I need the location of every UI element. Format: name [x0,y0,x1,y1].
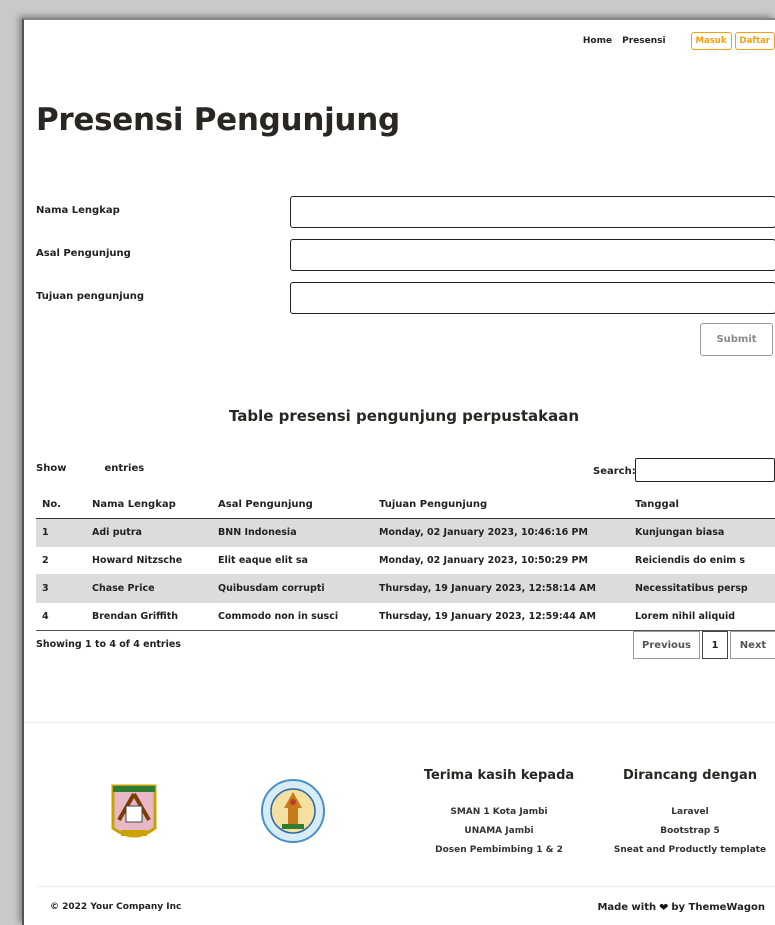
entries-label: entries [104,463,145,474]
login-button[interactable]: Masuk [690,32,732,50]
table-title: Table presensi pengunjung perpustakaan [228,407,580,425]
table-header-row: No. Nama Lengkap Asal Pengunjung Tujuan … [36,491,775,519]
cell-purpose: Monday, 02 January 2023, 10:46:16 PM [373,518,629,547]
name-input[interactable] [290,196,775,228]
table-row: 3 Chase Price Quibusdam corrupti Thursda… [36,574,775,603]
footer-divider [24,722,775,723]
col-header-purpose[interactable]: Tujuan Pengunjung [373,491,629,519]
nav-presensi-link[interactable]: Presensi [622,36,665,46]
cell-name: Howard Nitzsche [86,546,212,575]
cell-no: 2 [36,546,86,575]
cell-origin: Quibusdam corrupti [212,574,373,603]
form-row-name: Nama Lengkap [36,196,775,228]
copyright-text: © 2022 Your Company Inc [50,902,182,912]
built-heading: Dirancang dengan [623,768,757,783]
pagination: Previous 1 Next [633,631,775,659]
presence-table: No. Nama Lengkap Asal Pengunjung Tujuan … [36,491,775,631]
cell-date: Kunjungan biasa [629,518,775,547]
cell-purpose: Monday, 02 January 2023, 10:50:29 PM [373,546,629,575]
made-with: Made with ❤ by ThemeWagon [597,901,765,914]
built-item: Bootstrap 5 [660,826,720,836]
cell-date: Necessitatibus persp [629,574,775,603]
thanks-item: Dosen Pembimbing 1 & 2 [435,845,563,855]
previous-page-button[interactable]: Previous [633,631,700,659]
table-row: 2 Howard Nitzsche Elit eaque elit sa Mon… [36,546,775,575]
copyright-divider [36,886,775,887]
cell-origin: BNN Indonesia [212,518,373,547]
cell-no: 1 [36,518,86,547]
thanks-item: SMAN 1 Kota Jambi [450,807,548,817]
origin-input[interactable] [290,239,775,271]
cell-no: 4 [36,602,86,631]
register-button[interactable]: Daftar [734,32,775,50]
footer-thanks: Terima kasih kepada SMAN 1 Kota Jambi UN… [419,768,579,860]
page-title: Presensi Pengunjung [36,102,400,138]
cell-purpose: Thursday, 19 January 2023, 12:59:44 AM [373,602,629,631]
cell-name: Adi putra [86,518,212,547]
purpose-input[interactable] [290,282,775,314]
table-info: Showing 1 to 4 of 4 entries [36,639,181,650]
origin-label: Asal Pengunjung [36,248,131,259]
col-header-no[interactable]: No. [36,491,86,519]
cell-date: Lorem nihil aliquid [629,602,775,631]
show-label: Show [36,463,67,474]
page-1-button[interactable]: 1 [702,631,728,659]
heart-icon: ❤ [659,901,669,914]
school-crest-logo [111,784,157,838]
built-item: Sneat and Productly template [613,845,767,855]
browser-page: Home Presensi Masuk Daftar Presensi Peng… [22,18,775,925]
thanks-heading: Terima kasih kepada [423,768,575,783]
top-nav: Home Presensi Masuk Daftar [583,30,775,52]
col-header-name[interactable]: Nama Lengkap [86,491,212,519]
cell-name: Chase Price [86,574,212,603]
footer-built-with: Dirancang dengan Laravel Bootstrap 5 Sne… [610,768,770,860]
table-row: 4 Brendan Griffith Commodo non in susci … [36,602,775,631]
form-row-purpose: Tujuan pengunjung [36,282,775,314]
built-item: Laravel [671,807,709,817]
next-page-button[interactable]: Next [730,631,775,659]
form-row-origin: Asal Pengunjung [36,239,775,271]
university-seal-logo [261,779,325,843]
cell-origin: Commodo non in susci [212,602,373,631]
cell-origin: Elit eaque elit sa [212,546,373,575]
cell-name: Brendan Griffith [86,602,212,631]
show-entries: Show entries [36,463,144,474]
search-label: Search: [593,466,636,477]
col-header-date[interactable]: Tanggal [629,491,775,519]
table-row: 1 Adi putra BNN Indonesia Monday, 02 Jan… [36,518,775,547]
search-input[interactable] [635,458,775,482]
made-with-label: Made with [597,902,657,913]
cell-no: 3 [36,574,86,603]
name-label: Nama Lengkap [36,205,120,216]
nav-home-link[interactable]: Home [583,36,612,46]
cell-date: Reiciendis do enim s [629,546,775,575]
col-header-origin[interactable]: Asal Pengunjung [212,491,373,519]
made-by-link[interactable]: by ThemeWagon [671,902,765,913]
cell-purpose: Thursday, 19 January 2023, 12:58:14 AM [373,574,629,603]
submit-button[interactable]: Submit [700,323,773,356]
purpose-label: Tujuan pengunjung [36,291,145,302]
thanks-item: UNAMA Jambi [464,826,534,836]
